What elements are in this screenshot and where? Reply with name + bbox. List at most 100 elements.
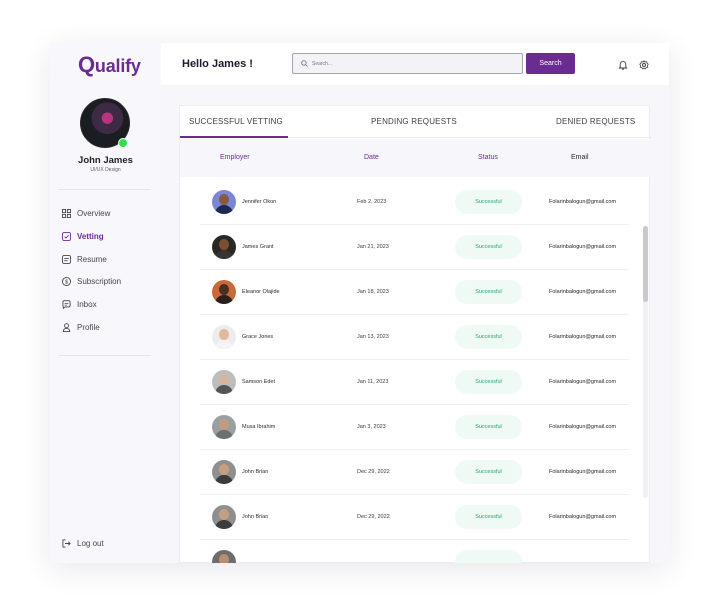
user-role: UI/UX Design — [90, 167, 121, 173]
row-date: Feb 2, 2023 — [357, 199, 387, 205]
tab-pending-requests[interactable]: PENDING REQUESTS — [371, 117, 457, 126]
table-row[interactable]: Jennifer Okon Feb 2, 2023 Successful Fol… — [200, 180, 629, 225]
status-badge: Successful — [455, 190, 522, 214]
active-tab-indicator — [180, 136, 288, 138]
avatar — [212, 190, 236, 214]
row-date: Dec 29, 2022 — [357, 514, 390, 520]
status-badge: Successful — [455, 460, 522, 484]
table-row[interactable]: John Brian Dec 29, 2022 Successful Folar… — [200, 495, 629, 540]
sidebar-item-label: Subscription — [77, 276, 122, 286]
grid-icon — [62, 208, 71, 218]
employer-name: James Grant — [242, 244, 274, 250]
sidebar-divider-bottom — [59, 355, 151, 356]
row-date: Jan 13, 2023 — [357, 334, 389, 340]
page-greeting: Hello James ! — [182, 58, 253, 70]
chat-icon — [62, 299, 71, 309]
search-input[interactable] — [312, 60, 512, 67]
row-email: Folarinbalogun@gmail.com — [549, 289, 617, 295]
employer-name: Samson Edet — [242, 379, 276, 385]
search-icon — [301, 60, 308, 67]
avatar — [212, 370, 236, 394]
user-avatar[interactable] — [80, 98, 130, 148]
status-badge: Successful — [455, 370, 522, 394]
user-name: John James — [78, 155, 133, 166]
scrollbar-thumb[interactable] — [643, 226, 648, 302]
table-row[interactable]: Grace Jones Jan 13, 2023 Successful Fola… — [200, 315, 629, 360]
sidebar-item-label: Inbox — [77, 299, 97, 309]
search-bar[interactable] — [292, 53, 523, 74]
document-icon — [62, 254, 71, 264]
sidebar-item-label: Overview — [77, 208, 111, 218]
column-header-status[interactable]: Status — [478, 154, 498, 161]
row-email: Folarinbalogun@gmail.com — [549, 334, 617, 340]
status-badge: Successful — [455, 280, 522, 304]
sidebar-item-inbox[interactable]: Inbox — [62, 297, 97, 311]
sidebar-item-resume[interactable]: Resume — [62, 252, 107, 266]
table-scrollbar[interactable] — [643, 226, 648, 498]
employer-name: Grace Jones — [242, 334, 274, 340]
gear-icon[interactable] — [639, 57, 649, 70]
user-icon — [62, 322, 71, 332]
sidebar-item-label: Resume — [77, 254, 107, 264]
table-row[interactable]: Samson Edet Jan 11, 2023 Successful Fola… — [200, 360, 629, 405]
logout-icon — [62, 538, 71, 548]
table-row[interactable]: James Grant Jan 21, 2023 Successful Fola… — [200, 225, 629, 270]
column-header-email[interactable]: Email — [571, 154, 589, 161]
row-email: Folarinbalogun@gmail.com — [549, 424, 617, 430]
row-date: Jan 3, 2023 — [357, 424, 386, 430]
sidebar-item-overview[interactable]: Overview — [62, 206, 110, 220]
employer-name: Musa Ibrahim — [242, 424, 276, 430]
row-email: Folarinbalogun@gmail.com — [549, 244, 617, 250]
table-row[interactable]: Eleanor Olajide Jan 18, 2023 Successful … — [200, 270, 629, 315]
row-email: Folarinbalogun@gmail.com — [549, 514, 617, 520]
table-row[interactable]: John Brian Dec 29, 2022 Successful Folar… — [200, 450, 629, 495]
logout-label: Log out — [77, 538, 104, 548]
status-badge: Successful — [455, 415, 522, 439]
vetting-card: SUCCESSFUL VETTING PENDING REQUESTS DENI… — [179, 105, 651, 563]
row-date: Dec 29, 2022 — [357, 469, 390, 475]
employer-name: Jennifer Okon — [242, 199, 277, 205]
sidebar-item-profile[interactable]: Profile — [62, 320, 100, 334]
tab-successful-vetting[interactable]: SUCCESSFUL VETTING — [189, 117, 283, 126]
search-button[interactable]: Search — [526, 53, 575, 74]
row-date: Jan 21, 2023 — [357, 244, 389, 250]
bell-icon[interactable] — [618, 57, 628, 70]
employer-name: Eleanor Olajide — [242, 289, 280, 295]
app-logo[interactable]: Qualify — [78, 52, 141, 78]
avatar — [212, 325, 236, 349]
sidebar-item-label: Profile — [77, 322, 100, 332]
row-date: Jan 18, 2023 — [357, 289, 389, 295]
avatar — [212, 505, 236, 529]
avatar — [212, 280, 236, 304]
avatar — [212, 460, 236, 484]
employer-name: John Brian — [242, 514, 269, 520]
employer-name: John Brian — [242, 469, 269, 475]
sidebar-item-vetting[interactable]: Vetting — [62, 229, 104, 243]
dollar-icon: $ — [62, 276, 71, 286]
avatar — [212, 415, 236, 439]
sidebar-item-label: Vetting — [77, 231, 104, 241]
status-badge: Successful — [455, 505, 522, 529]
tab-denied-requests[interactable]: DENIED REQUESTS — [556, 117, 635, 126]
row-email: Folarinbalogun@gmail.com — [549, 469, 617, 475]
table-row[interactable] — [200, 540, 629, 563]
tab-bar: SUCCESSFUL VETTING PENDING REQUESTS DENI… — [180, 106, 651, 138]
row-date: Jan 11, 2023 — [357, 379, 389, 385]
row-email: Folarinbalogun@gmail.com — [549, 199, 617, 205]
row-email: Folarinbalogun@gmail.com — [549, 379, 617, 385]
column-header-employer[interactable]: Employer — [220, 154, 250, 161]
avatar — [212, 235, 236, 259]
logout-button[interactable]: Log out — [62, 536, 104, 550]
table-row[interactable]: Musa Ibrahim Jan 3, 2023 Successful Fola… — [200, 405, 629, 450]
logo-q: Q — [78, 52, 95, 77]
app-window: Qualify John James UI/UX Design Overview… — [50, 43, 669, 563]
checkbox-icon — [62, 231, 71, 241]
sidebar-divider-top — [59, 189, 151, 190]
logo-text: ualify — [94, 56, 141, 76]
sidebar-item-subscription[interactable]: $ Subscription — [62, 274, 121, 288]
avatar — [212, 550, 236, 563]
column-header-date[interactable]: Date — [364, 154, 379, 161]
status-badge: Successful — [455, 325, 522, 349]
status-badge: Successful — [455, 235, 522, 259]
sidebar: Qualify John James UI/UX Design Overview… — [50, 43, 161, 563]
